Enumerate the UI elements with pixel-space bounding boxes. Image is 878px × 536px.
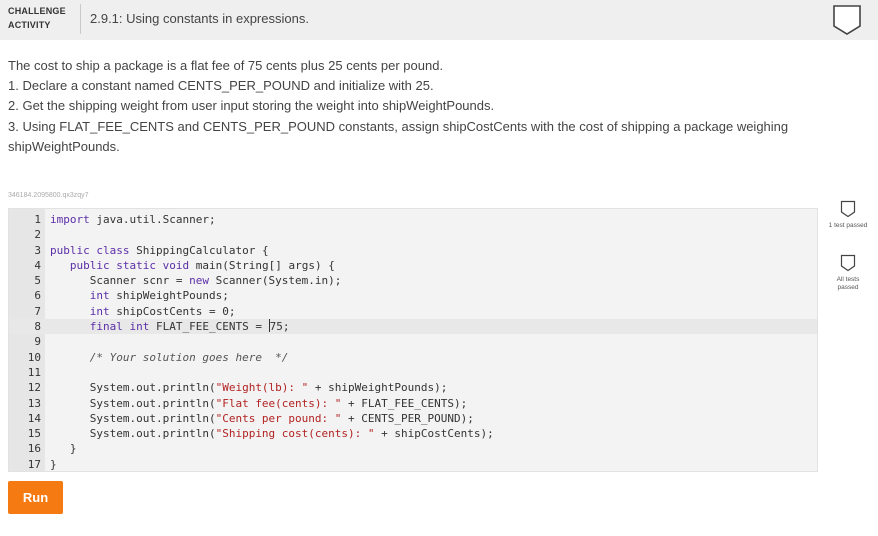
completion-shield-icon — [833, 5, 861, 35]
code-text[interactable]: } — [50, 457, 57, 472]
line-number: 11 — [27, 365, 41, 379]
code-text[interactable]: System.out.println("Cents per pound: " +… — [50, 411, 474, 426]
code-line[interactable]: 1 import java.util.Scanner; — [9, 212, 817, 227]
badge-line-2: ACTIVITY — [8, 20, 51, 30]
code-line[interactable]: 7 int shipCostCents = 0; — [9, 304, 817, 319]
code-line[interactable]: 3 public class ShippingCalculator { — [9, 243, 817, 258]
prompt-line: The cost to ship a package is a flat fee… — [8, 58, 444, 73]
code-text[interactable]: import java.util.Scanner; — [50, 212, 216, 227]
code-line[interactable]: 6 int shipWeightPounds; — [9, 288, 817, 303]
line-number: 7 — [34, 304, 41, 318]
code-text[interactable]: public static void main(String[] args) { — [50, 258, 335, 273]
code-text[interactable]: Scanner scnr = new Scanner(System.in); — [50, 273, 342, 288]
text-cursor — [268, 319, 270, 333]
activity-id: 346184.2095800.qx3zqy7 — [8, 192, 89, 199]
code-text[interactable]: int shipWeightPounds; — [50, 288, 229, 303]
line-number: 4 — [34, 258, 41, 272]
activity-title: 2.9.1: Using constants in expressions. — [90, 11, 309, 26]
activity-header: CHALLENGE ACTIVITY 2.9.1: Using constant… — [0, 0, 878, 40]
shield-outline-icon — [840, 200, 856, 218]
test-result-2-label: All tests passed — [836, 276, 860, 291]
code-line[interactable]: 13 System.out.println("Flat fee(cents): … — [9, 396, 817, 411]
code-line[interactable]: 11 — [9, 365, 817, 380]
code-text[interactable]: public class ShippingCalculator { — [50, 243, 269, 258]
code-line[interactable]: 9 — [9, 334, 817, 349]
prompt-step-3: 3. Using FLAT_FEE_CENTS and CENTS_PER_PO… — [8, 118, 789, 154]
code-text[interactable]: /* Your solution goes here */ — [50, 350, 289, 365]
test-result-1: 1 test passed — [826, 200, 870, 230]
line-number: 17 — [27, 457, 41, 471]
line-number: 13 — [27, 396, 41, 410]
line-number: 5 — [34, 274, 41, 288]
code-lines[interactable]: 1 import java.util.Scanner; 2 3 public class… — [9, 212, 817, 472]
line-number: 10 — [27, 350, 41, 364]
code-line[interactable]: 10 /* Your solution goes here */ — [9, 350, 817, 365]
code-text[interactable]: System.out.println("Weight(lb): " + ship… — [50, 380, 448, 395]
code-line[interactable]: 8 final int FLAT_FEE_CENTS = 75; — [9, 319, 817, 335]
badge-line-1: CHALLENGE — [8, 6, 66, 16]
header-divider — [80, 4, 81, 34]
code-text[interactable]: System.out.println("Flat fee(cents): " +… — [50, 396, 468, 411]
run-button[interactable]: Run — [8, 481, 63, 514]
test-result-1-label: 1 test passed — [828, 222, 868, 229]
test-result-2: All tests passed — [826, 254, 870, 292]
code-line[interactable]: 16 } — [9, 441, 817, 456]
code-line[interactable]: 12 System.out.println("Weight(lb): " + s… — [9, 380, 817, 395]
line-number: 2 — [34, 228, 41, 242]
code-text[interactable]: } — [50, 441, 77, 456]
prompt-step-2: 2. Get the shipping weight from user inp… — [8, 98, 495, 114]
code-line[interactable]: 15 System.out.println("Shipping cost(cen… — [9, 426, 817, 441]
code-line[interactable]: 2 — [9, 227, 817, 242]
code-line[interactable]: 4 public static void main(String[] args)… — [9, 258, 817, 273]
line-number: 3 — [34, 243, 41, 257]
code-text[interactable]: System.out.println("Shipping cost(cents)… — [50, 426, 494, 441]
line-number: 1 — [34, 213, 41, 226]
line-number: 8 — [34, 320, 41, 334]
code-editor[interactable]: 1 import java.util.Scanner; 2 3 public class… — [8, 208, 818, 472]
prompt-step-1: 1. Declare a constant named CENTS_PER_PO… — [8, 78, 434, 94]
code-line[interactable]: 5 Scanner scnr = new Scanner(System.in); — [9, 273, 817, 288]
code-line[interactable]: 14 System.out.println("Cents per pound: … — [9, 411, 817, 426]
shield-outline-icon — [840, 254, 856, 272]
code-text[interactable]: final int FLAT_FEE_CENTS = 75; — [50, 319, 289, 334]
line-number: 12 — [27, 381, 41, 395]
code-line[interactable]: 17} — [9, 457, 817, 472]
line-number: 6 — [34, 289, 41, 303]
problem-statement: The cost to ship a package is a flat fee… — [8, 56, 798, 157]
code-text[interactable]: int shipCostCents = 0; — [50, 304, 236, 319]
line-number: 16 — [27, 442, 41, 456]
line-number: 15 — [27, 427, 41, 441]
line-number: 9 — [34, 335, 41, 349]
challenge-activity-badge: CHALLENGE ACTIVITY — [8, 4, 74, 32]
line-number: 14 — [27, 411, 41, 425]
